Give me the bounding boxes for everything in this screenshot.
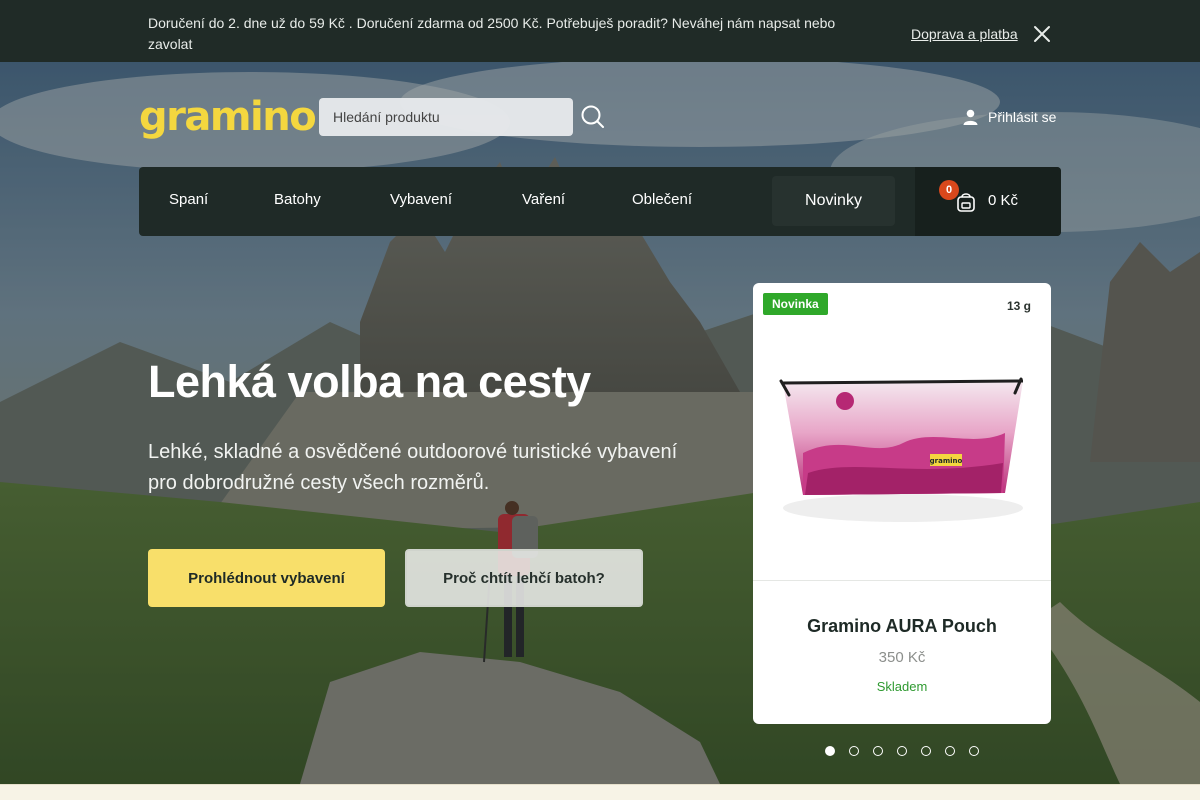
cart-total: 0 Kč	[988, 192, 1019, 209]
announcement-text: Doručení do 2. dne už do 59 Kč . Doručen…	[148, 15, 836, 52]
login-button[interactable]: Přihlásit se	[963, 107, 1056, 127]
gramino-logo[interactable]: gramino	[139, 94, 317, 140]
user-icon	[963, 109, 978, 125]
nav-item-vybaveni[interactable]: Vybavení	[390, 191, 452, 208]
cart-button[interactable]: 0 0 Kč	[915, 167, 1061, 236]
carousel-dot[interactable]	[945, 746, 955, 756]
page-content-start	[0, 784, 1200, 800]
shipping-link[interactable]: Doprava a platba	[911, 26, 1018, 42]
close-icon[interactable]	[1032, 24, 1052, 44]
carousel-dot[interactable]	[921, 746, 931, 756]
main-nav: Spaní Batohy Vybavení Vaření Oblečení No…	[139, 167, 1061, 236]
login-label: Přihlásit se	[988, 109, 1057, 125]
pouch-image: gramino	[779, 377, 1024, 522]
carousel-dot[interactable]	[825, 746, 835, 756]
nav-item-vareni[interactable]: Vaření	[522, 191, 565, 208]
carousel-dot[interactable]	[849, 746, 859, 756]
nav-item-batohy[interactable]: Batohy	[274, 191, 321, 208]
hero-subtitle: Lehké, skladné a osvědčené outdoorové tu…	[148, 441, 678, 494]
carousel-dots	[825, 746, 979, 756]
product-weight: 13 g	[1006, 299, 1031, 313]
carousel-dot[interactable]	[897, 746, 907, 756]
new-badge: Novinka	[763, 293, 828, 315]
why-lighter-backpack-button[interactable]: Proč chtít lehčí batoh?	[405, 549, 643, 607]
nav-item-spani[interactable]: Spaní	[169, 191, 208, 208]
announcement-bar: Doručení do 2. dne už do 59 Kč . Doručen…	[0, 0, 1200, 62]
carousel-dot[interactable]	[873, 746, 883, 756]
carousel-dot[interactable]	[969, 746, 979, 756]
product-name[interactable]: Gramino AURA Pouch	[753, 616, 1051, 637]
browse-gear-button[interactable]: Prohlédnout vybavení	[148, 549, 385, 607]
nav-item-novinky[interactable]: Novinky	[772, 176, 895, 226]
search-input[interactable]	[319, 98, 573, 136]
product-price: 350 Kč	[878, 649, 926, 666]
backpack-icon	[957, 193, 975, 212]
product-image: gramino	[753, 283, 1051, 581]
nav-item-obleceni[interactable]: Oblečení	[632, 191, 692, 208]
hero-title: Lehká volba na cesty	[148, 356, 591, 407]
product-card[interactable]: gramino Novinka 13 g Gramino AURA Pouch …	[753, 283, 1051, 724]
pouch-print-label: gramino	[930, 457, 963, 465]
search-icon[interactable]	[580, 104, 606, 130]
stock-status: Skladem	[876, 679, 928, 694]
